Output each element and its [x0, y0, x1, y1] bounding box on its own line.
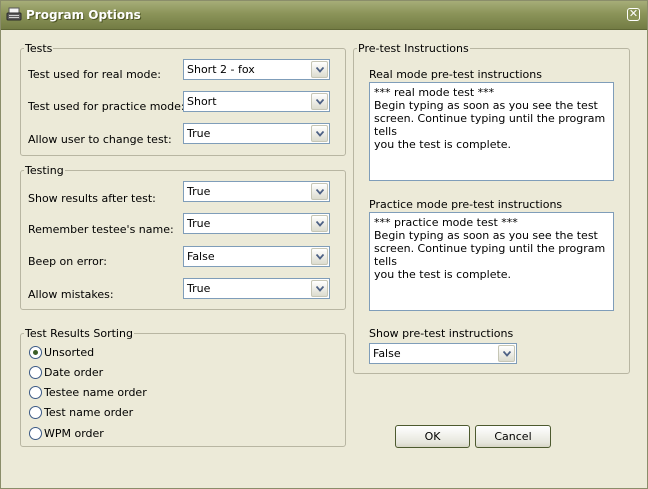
practice-mode-instructions-label: Practice mode pre-test instructions	[369, 198, 563, 211]
sort-option-testee-name[interactable]: Testee name order	[29, 385, 229, 401]
allow-mistakes-label: Allow mistakes:	[28, 288, 114, 301]
chevron-down-icon[interactable]	[311, 61, 328, 78]
practice-mode-test-value: Short	[187, 95, 217, 108]
chevron-down-icon[interactable]	[311, 93, 328, 110]
radio-button[interactable]	[29, 366, 42, 379]
allow-change-test-label: Allow user to change test:	[28, 133, 172, 146]
real-mode-test-label: Test used for real mode:	[28, 68, 161, 81]
real-mode-instructions-label: Real mode pre-test instructions	[369, 68, 542, 81]
chevron-down-icon[interactable]	[498, 345, 515, 362]
sort-option-label: Testee name order	[44, 386, 147, 399]
practice-mode-test-select[interactable]: Short	[183, 91, 330, 112]
sort-option-label: Unsorted	[44, 346, 95, 359]
typewriter-icon	[6, 7, 22, 22]
real-mode-instructions-textarea[interactable]: *** real mode test *** Begin typing as s…	[369, 82, 614, 181]
sort-option-label: Date order	[44, 366, 104, 379]
allow-change-test-value: True	[187, 127, 211, 140]
chevron-down-icon[interactable]	[311, 280, 328, 297]
sort-option-unsorted[interactable]: Unsorted	[29, 345, 229, 361]
beep-on-error-value: False	[187, 250, 215, 263]
real-mode-test-select[interactable]: Short 2 - fox	[183, 59, 330, 80]
show-pretest-value: False	[373, 347, 401, 360]
show-results-select[interactable]: True	[183, 181, 330, 202]
sort-option-test-name[interactable]: Test name order	[29, 405, 229, 421]
chevron-down-icon[interactable]	[311, 125, 328, 142]
program-options-window: Program Options ✕ Tests Test used for re…	[0, 0, 648, 489]
close-button[interactable]: ✕	[627, 7, 640, 21]
allow-mistakes-select[interactable]: True	[183, 278, 330, 299]
chevron-down-icon[interactable]	[311, 215, 328, 232]
show-pretest-label: Show pre-test instructions	[369, 327, 514, 340]
testing-legend: Testing	[25, 164, 64, 177]
radio-button[interactable]	[29, 427, 42, 440]
sorting-legend: Test Results Sorting	[25, 327, 133, 340]
title-bar[interactable]: Program Options ✕	[1, 1, 647, 30]
cancel-button[interactable]: Cancel	[475, 425, 551, 448]
close-icon: ✕	[628, 7, 639, 20]
chevron-down-icon[interactable]	[311, 183, 328, 200]
sort-option-label: Test name order	[44, 406, 134, 419]
radio-selected-dot	[33, 350, 38, 355]
radio-button[interactable]	[29, 386, 42, 399]
show-results-value: True	[187, 185, 211, 198]
allow-change-test-select[interactable]: True	[183, 123, 330, 144]
sort-option-date[interactable]: Date order	[29, 365, 229, 381]
real-mode-test-value: Short 2 - fox	[187, 63, 255, 76]
practice-mode-test-label: Test used for practice mode:	[28, 100, 185, 113]
practice-mode-instructions-textarea[interactable]: *** practice mode test *** Begin typing …	[369, 212, 614, 311]
chevron-down-icon[interactable]	[311, 248, 328, 265]
tests-legend: Tests	[25, 42, 53, 55]
window-title: Program Options	[26, 8, 141, 22]
allow-mistakes-value: True	[187, 282, 211, 295]
ok-button[interactable]: OK	[395, 425, 470, 448]
radio-button[interactable]	[29, 346, 42, 359]
remember-name-value: True	[187, 217, 211, 230]
beep-on-error-select[interactable]: False	[183, 246, 330, 267]
show-pretest-select[interactable]: False	[369, 343, 517, 364]
sort-option-label: WPM order	[44, 427, 104, 440]
beep-on-error-label: Beep on error:	[28, 255, 107, 268]
remember-name-label: Remember testee's name:	[28, 223, 174, 236]
remember-name-select[interactable]: True	[183, 213, 330, 234]
sort-option-wpm[interactable]: WPM order	[29, 426, 229, 442]
show-results-label: Show results after test:	[28, 192, 156, 205]
pretest-legend: Pre-test Instructions	[358, 42, 469, 55]
radio-button[interactable]	[29, 406, 42, 419]
